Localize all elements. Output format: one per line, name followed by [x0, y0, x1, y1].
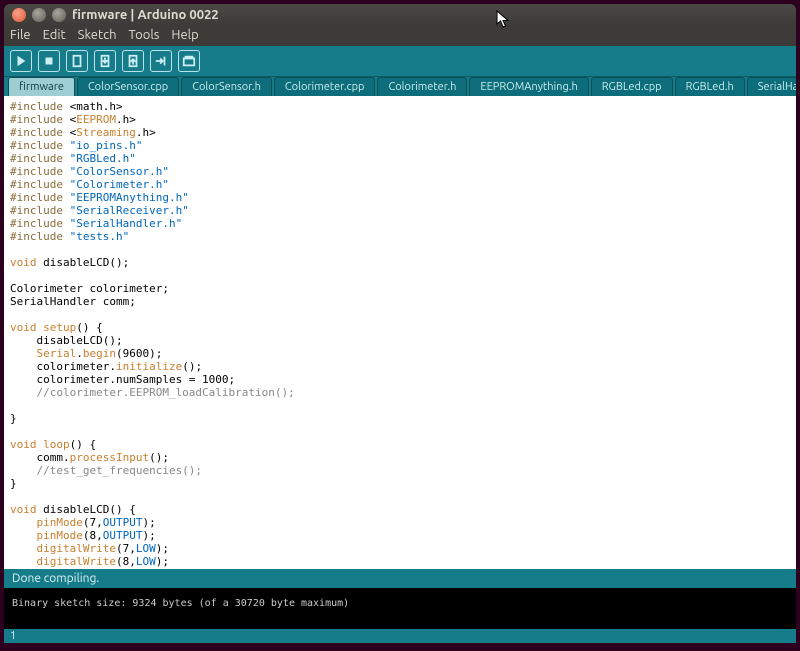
menu-sketch[interactable]: Sketch [78, 28, 117, 42]
tab-colorimeter-h[interactable]: Colorimeter.h [377, 77, 467, 96]
tab-colorimeter-cpp[interactable]: Colorimeter.cpp [274, 77, 376, 96]
window-title: firmware | Arduino 0022 [72, 8, 219, 22]
code-content: #include <math.h> #include <EEPROM.h> #i… [4, 96, 796, 569]
menu-help[interactable]: Help [171, 28, 198, 42]
code-editor[interactable]: #include <math.h> #include <EEPROM.h> #i… [4, 96, 796, 569]
maximize-icon[interactable] [52, 8, 66, 22]
tabbar: firmwareColorSensor.cppColorSensor.hColo… [4, 76, 796, 96]
tab-eepromanything-h[interactable]: EEPROMAnything.h [469, 77, 588, 96]
tab-colorsensor-h[interactable]: ColorSensor.h [181, 77, 272, 96]
tab-rgbled-cpp[interactable]: RGBLed.cpp [591, 77, 673, 96]
footer-line: 1 [4, 629, 796, 643]
stop-icon[interactable] [38, 50, 60, 72]
tab-colorsensor-cpp[interactable]: ColorSensor.cpp [77, 77, 179, 96]
tab-serialhandler-cpp[interactable]: SerialHandler.cpp [747, 77, 796, 96]
tab-rgbled-h[interactable]: RGBLed.h [675, 77, 745, 96]
upload-icon[interactable] [150, 50, 172, 72]
minimize-icon[interactable] [32, 8, 46, 22]
menu-tools[interactable]: Tools [129, 28, 160, 42]
serial-icon[interactable] [178, 50, 200, 72]
new-icon[interactable] [66, 50, 88, 72]
save-icon[interactable] [122, 50, 144, 72]
tab-firmware[interactable]: firmware [8, 77, 75, 96]
app-window: firmware | Arduino 0022 File Edit Sketch… [4, 4, 796, 643]
toolbar [4, 46, 796, 76]
open-icon[interactable] [94, 50, 116, 72]
menu-edit[interactable]: Edit [43, 28, 66, 42]
menubar: File Edit Sketch Tools Help [4, 26, 796, 46]
line-number: 1 [10, 630, 16, 642]
close-icon[interactable] [12, 8, 26, 22]
status-text: Done compiling. [12, 572, 99, 585]
run-icon[interactable] [10, 50, 32, 72]
status-bar: Done compiling. [4, 569, 796, 588]
titlebar[interactable]: firmware | Arduino 0022 [4, 4, 796, 26]
console-output[interactable]: Binary sketch size: 9324 bytes (of a 307… [4, 588, 796, 629]
menu-file[interactable]: File [10, 28, 31, 42]
